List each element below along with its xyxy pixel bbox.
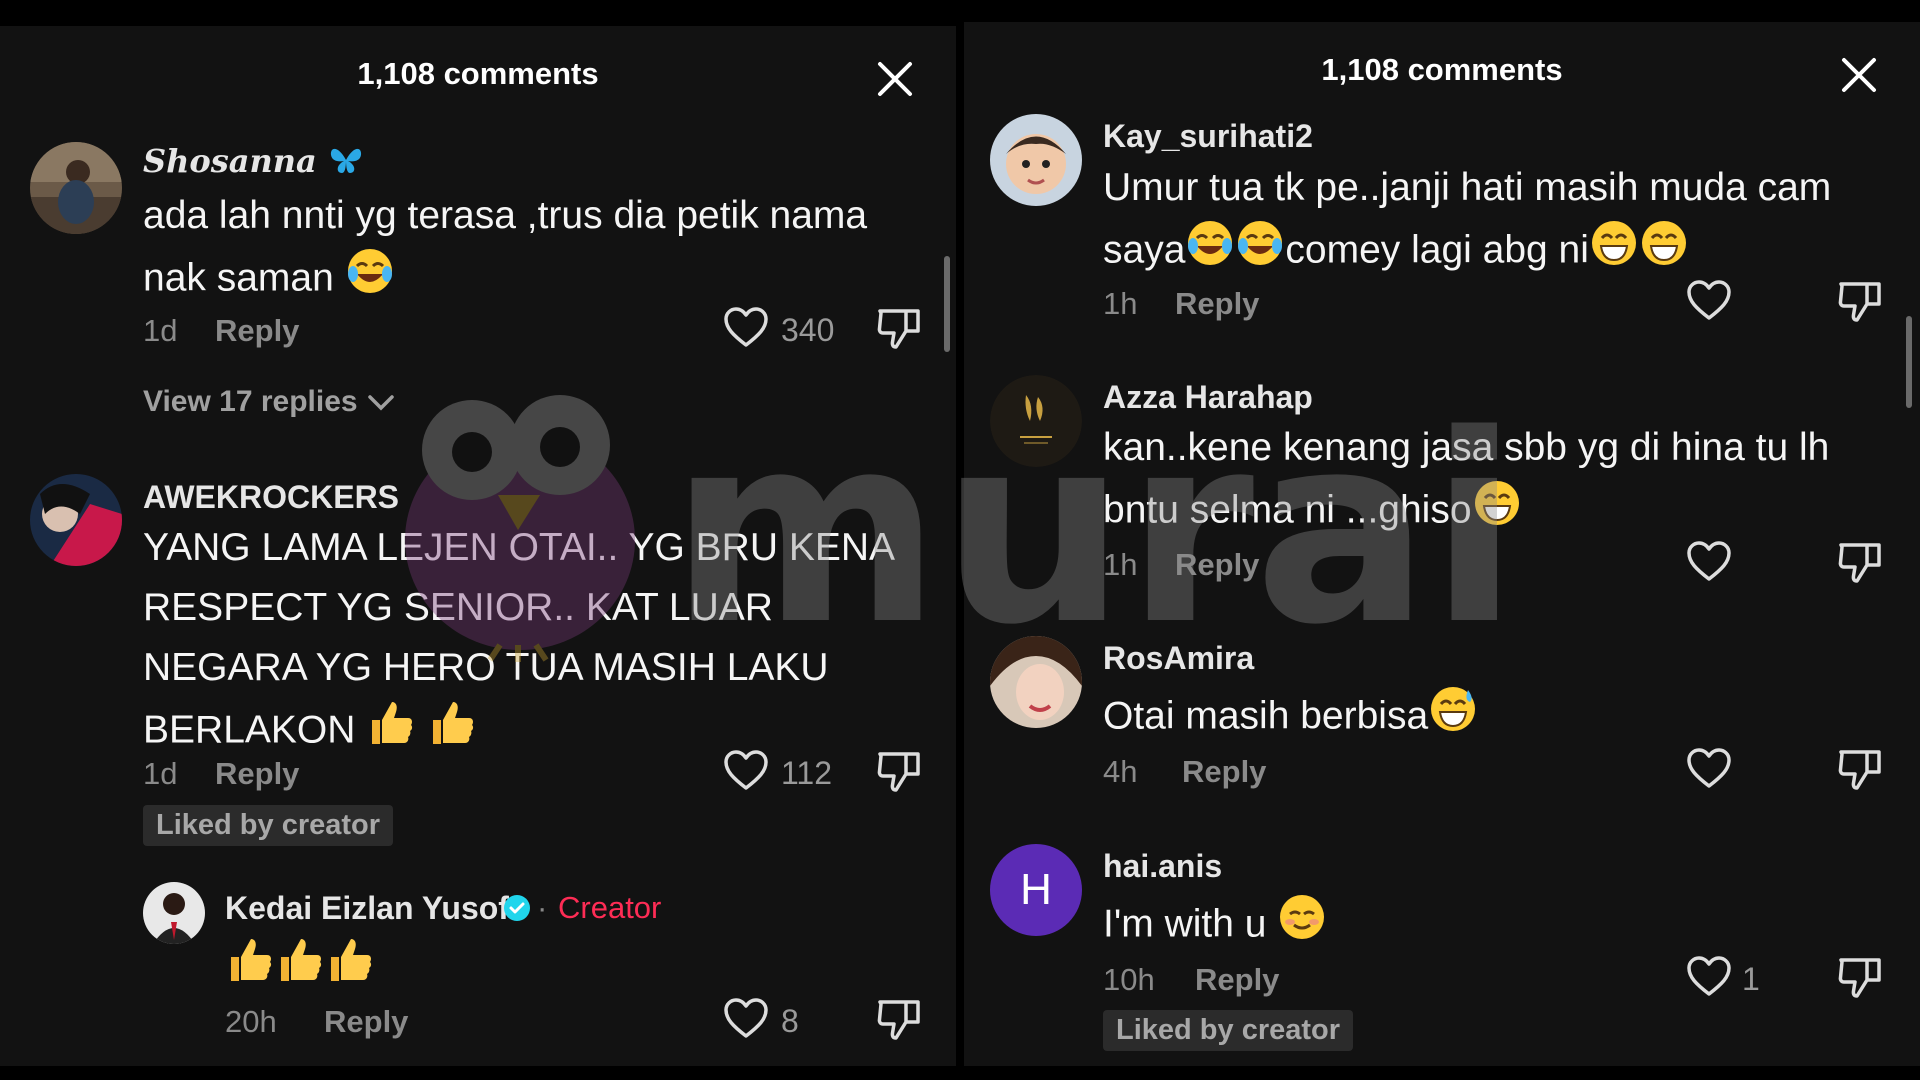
reply-button[interactable]: Reply bbox=[324, 1004, 408, 1040]
comment-text: Umur tua tk pe..janji hati masih muda ca… bbox=[1103, 158, 1893, 286]
comment-username[interactable]: hai.anis bbox=[1103, 848, 1222, 885]
avatar[interactable] bbox=[990, 375, 1082, 467]
comment-text: I'm with u bbox=[1103, 892, 1327, 960]
reply-button[interactable]: Reply bbox=[1195, 962, 1279, 998]
comment-username[interactable]: AWEKROCKERS bbox=[143, 479, 399, 516]
liked-by-creator-badge: Liked by creator bbox=[143, 805, 394, 846]
sweat-smile-emoji-icon bbox=[1428, 684, 1478, 752]
comment-time: 1h bbox=[1103, 547, 1138, 582]
like-count: 1 bbox=[1742, 961, 1760, 997]
comment-text: ada lah nnti yg terasa ,trus dia petik n… bbox=[143, 186, 903, 314]
grinning-emoji-icon bbox=[1589, 218, 1639, 286]
dislike-icon[interactable] bbox=[1837, 746, 1883, 792]
heart-icon[interactable] bbox=[723, 996, 769, 1042]
dislike-icon[interactable] bbox=[876, 996, 922, 1042]
comment-username[interactable]: Shosanna bbox=[143, 142, 364, 185]
like-count: 8 bbox=[781, 1003, 799, 1039]
heart-icon[interactable] bbox=[1686, 954, 1732, 1000]
scrollbar[interactable] bbox=[1906, 316, 1912, 408]
avatar[interactable] bbox=[990, 636, 1082, 728]
avatar[interactable] bbox=[990, 114, 1082, 206]
heart-icon[interactable] bbox=[723, 305, 769, 351]
comment-text: YANG LAMA LEJEN OTAI.. YG BRU KENA RESPE… bbox=[143, 518, 923, 766]
avatar[interactable] bbox=[30, 474, 122, 566]
dislike-icon[interactable] bbox=[876, 305, 922, 351]
view-replies-link[interactable]: View 17 replies bbox=[143, 385, 396, 420]
avatar[interactable]: H bbox=[990, 844, 1082, 936]
laughing-tears-emoji-icon bbox=[345, 246, 395, 314]
thumbs-up-emoji-icon bbox=[366, 698, 416, 766]
avatar[interactable] bbox=[143, 882, 205, 944]
panel-bottom-bar bbox=[964, 1066, 1920, 1080]
heart-icon[interactable] bbox=[1686, 539, 1732, 585]
close-icon[interactable] bbox=[1838, 54, 1880, 96]
panel-bottom-bar bbox=[0, 1066, 956, 1080]
reply-button[interactable]: Reply bbox=[1182, 754, 1266, 790]
comment-text bbox=[225, 935, 375, 1003]
comment-username[interactable]: Azza Harahap bbox=[1103, 379, 1313, 416]
comment-time: 1d bbox=[143, 313, 178, 348]
comment-text: kan..kene kenang jasa sbb yg di hina tu … bbox=[1103, 418, 1893, 546]
chevron-down-icon bbox=[366, 386, 396, 420]
thumbs-up-emoji-icon bbox=[325, 935, 375, 1003]
comment-time: 4h bbox=[1103, 754, 1138, 789]
heart-icon[interactable] bbox=[1686, 278, 1732, 324]
scrollbar[interactable] bbox=[944, 256, 950, 352]
grinning-emoji-icon bbox=[1472, 478, 1522, 546]
dislike-icon[interactable] bbox=[1837, 954, 1883, 1000]
close-icon[interactable] bbox=[874, 58, 916, 100]
laughing-tears-emoji-icon bbox=[1235, 218, 1285, 286]
panel-top-bar bbox=[964, 0, 1920, 22]
comment-time: 1h bbox=[1103, 286, 1138, 321]
reply-button[interactable]: Reply bbox=[215, 756, 299, 792]
dislike-icon[interactable] bbox=[1837, 278, 1883, 324]
laughing-tears-emoji-icon bbox=[1185, 218, 1235, 286]
comment-time: 20h bbox=[225, 1004, 277, 1039]
verified-badge-icon bbox=[503, 894, 531, 922]
dislike-icon[interactable] bbox=[876, 748, 922, 794]
comment-time: 1d bbox=[143, 756, 178, 791]
comments-count-title: 1,108 comments bbox=[357, 56, 599, 91]
thumbs-up-emoji-icon bbox=[427, 698, 477, 766]
like-count: 112 bbox=[781, 755, 833, 791]
reply-button[interactable]: Reply bbox=[1175, 547, 1259, 583]
panel-top-bar bbox=[0, 0, 956, 26]
comment-time: 10h bbox=[1103, 962, 1155, 997]
liked-by-creator-badge: Liked by creator bbox=[1103, 1010, 1354, 1051]
creator-tag: Creator bbox=[558, 890, 662, 925]
comment-username[interactable]: RosAmira bbox=[1103, 640, 1254, 677]
like-count: 340 bbox=[781, 312, 835, 348]
avatar[interactable] bbox=[30, 142, 122, 234]
grinning-emoji-icon bbox=[1639, 218, 1689, 286]
comments-count-title: 1,108 comments bbox=[1321, 52, 1563, 87]
heart-icon[interactable] bbox=[1686, 746, 1732, 792]
dislike-icon[interactable] bbox=[1837, 539, 1883, 585]
separator-dot: · bbox=[537, 890, 548, 925]
thumbs-up-emoji-icon bbox=[225, 935, 275, 1003]
comment-text: Otai masih berbisa bbox=[1103, 684, 1478, 752]
thumbs-up-emoji-icon bbox=[275, 935, 325, 1003]
reply-button[interactable]: Reply bbox=[215, 313, 299, 349]
comments-panel-left: 1,108 comments Shosanna ada lah nnti yg … bbox=[0, 0, 956, 1080]
comment-username[interactable]: Kay_surihati2 bbox=[1103, 118, 1313, 155]
comment-username[interactable]: Kedai Eizlan Yusof bbox=[225, 890, 509, 927]
comments-panel-right: 1,108 comments Kay_surihati2 Umur tua tk… bbox=[964, 0, 1920, 1080]
reply-button[interactable]: Reply bbox=[1175, 286, 1259, 322]
smiling-blush-emoji-icon bbox=[1277, 892, 1327, 960]
avatar-letter: H bbox=[1020, 865, 1052, 914]
heart-icon[interactable] bbox=[723, 748, 769, 794]
butterfly-icon bbox=[328, 143, 364, 185]
